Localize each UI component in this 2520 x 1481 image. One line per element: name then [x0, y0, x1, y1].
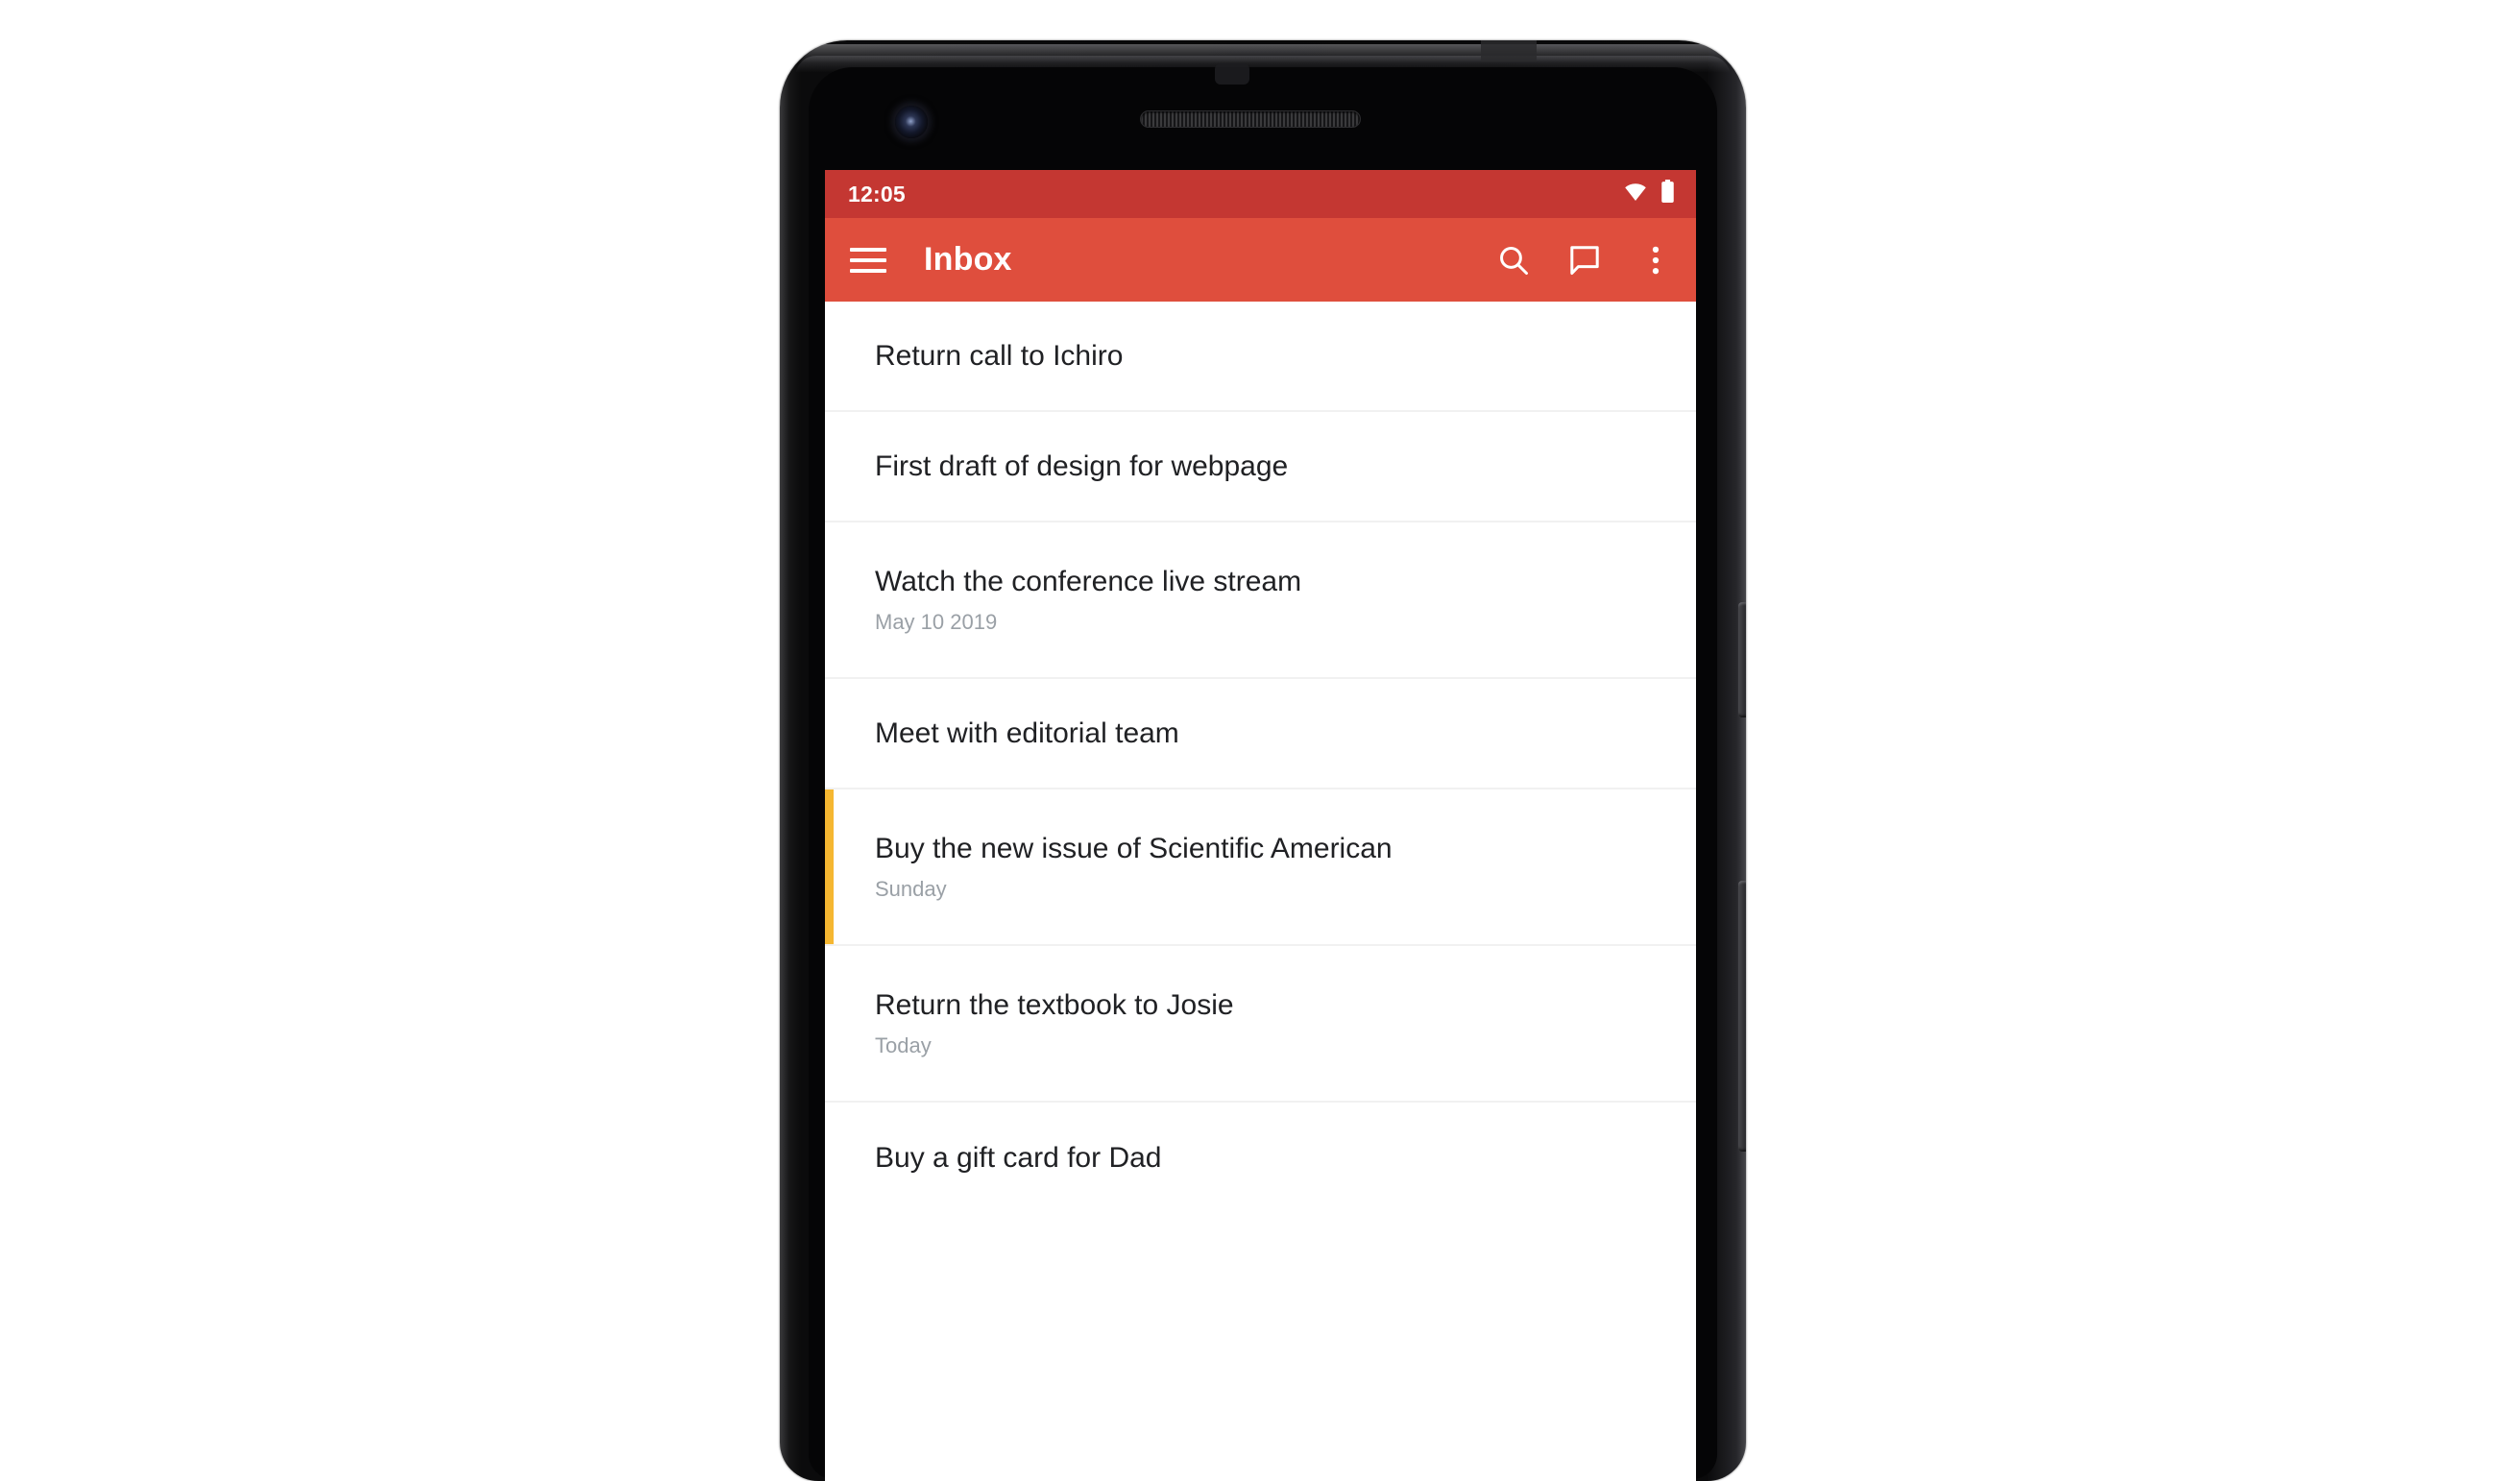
task-title: First draft of design for webpage [875, 449, 1289, 482]
task-title: Watch the conference live stream [875, 565, 1302, 597]
smartphone-device: 12:05 Inbox Return call to Ichiro First … [780, 40, 1746, 1481]
task-subtitle: May 10 2019 [875, 609, 998, 634]
hamburger-menu-icon[interactable] [850, 239, 892, 281]
task-title: Buy a gift card for Dad [875, 1141, 1162, 1174]
antenna-band [1481, 40, 1537, 61]
phone-screen: 12:05 Inbox Return call to Ichiro First … [825, 170, 1696, 1481]
task-accent-bar [825, 789, 834, 944]
task-title: Return call to Ichiro [875, 339, 1124, 372]
earpiece-speaker-icon [1140, 110, 1361, 128]
task-row[interactable]: Return call to Ichiro [825, 302, 1696, 412]
status-bar-clock: 12:05 [848, 181, 906, 206]
front-camera-icon [895, 106, 928, 138]
volume-rocker[interactable] [1738, 881, 1746, 1152]
page-title: Inbox [924, 241, 1012, 278]
task-row[interactable]: Buy a gift card for Dad [825, 1103, 1696, 1213]
task-subtitle: Today [875, 1032, 932, 1057]
app-bar-actions [1494, 241, 1675, 279]
task-title: Buy the new issue of Scientific American [875, 832, 1393, 864]
wifi-icon [1623, 182, 1648, 206]
proximity-sensor-icon [1215, 63, 1249, 85]
search-icon[interactable] [1494, 241, 1533, 279]
power-button[interactable] [1738, 602, 1746, 717]
battery-icon [1660, 180, 1675, 208]
task-title: Return the textbook to Josie [875, 988, 1234, 1021]
overflow-menu-icon[interactable] [1636, 241, 1675, 279]
task-title: Meet with editorial team [875, 716, 1179, 749]
status-bar: 12:05 [825, 170, 1696, 218]
task-list: Return call to Ichiro First draft of desi… [825, 302, 1696, 1213]
chat-bubble-icon[interactable] [1565, 241, 1604, 279]
task-row[interactable]: Watch the conference live stream May 10 2… [825, 522, 1696, 679]
status-bar-icons [1623, 180, 1675, 208]
task-subtitle: Sunday [875, 876, 947, 901]
task-row[interactable]: First draft of design for webpage [825, 412, 1696, 522]
task-row[interactable]: Return the textbook to Josie Today [825, 946, 1696, 1103]
app-bar: Inbox [825, 218, 1696, 302]
device-rim-highlight [786, 44, 1740, 69]
task-row[interactable]: Buy the new issue of Scientific American… [825, 789, 1696, 946]
task-row[interactable]: Meet with editorial team [825, 679, 1696, 789]
